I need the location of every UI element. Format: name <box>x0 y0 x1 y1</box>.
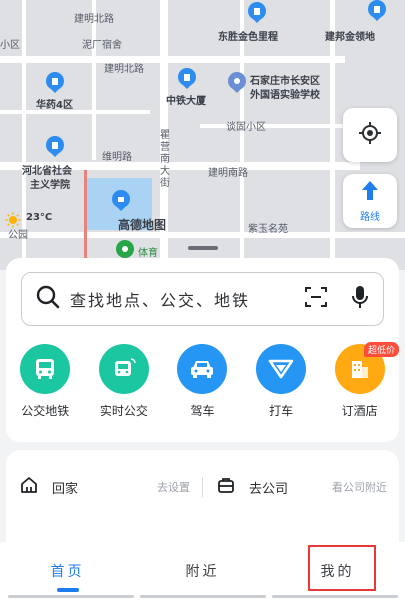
route-arrow-icon <box>359 180 381 206</box>
map-label: 紫玉名苑 <box>248 224 288 235</box>
map-label: 瞿营南大街 <box>160 130 170 189</box>
poi-marker[interactable] <box>248 2 266 24</box>
home-label: 回家 <box>52 481 79 497</box>
map-label: 小区 <box>0 40 20 51</box>
map-watermark: 高德地图 <box>118 218 167 232</box>
route-button[interactable]: 路线 <box>343 174 397 228</box>
poi-marker[interactable] <box>228 72 246 94</box>
promo-badge: 超低价 <box>363 342 399 357</box>
microphone-icon[interactable] <box>351 285 369 313</box>
scan-icon[interactable] <box>305 286 327 312</box>
briefcase-icon <box>217 476 235 498</box>
map-label: 泥厂宿舍 <box>82 40 122 51</box>
go-company-entry[interactable]: 去公司 看公司附近 <box>203 476 399 498</box>
taxi-icon <box>256 344 307 394</box>
map-label: 建邦金领地 <box>325 32 375 43</box>
poi-marker[interactable] <box>46 136 64 158</box>
shortcut-drive[interactable]: 驾车 <box>163 344 242 419</box>
shortcut-label: 驾车 <box>190 404 215 418</box>
search-bar[interactable]: 查找地点、公交、地铁 <box>21 272 384 326</box>
tab-nearby[interactable]: 附近 <box>135 542 270 600</box>
commute-card: 回家 去设置 去公司 看公司附近 <box>6 450 399 542</box>
company-hint: 看公司附近 <box>332 481 387 494</box>
tab-home[interactable]: 首页 <box>0 542 135 600</box>
map-label: 谈固小区 <box>226 122 266 133</box>
map-label: 维明路 <box>102 152 132 163</box>
map-label: 外国语实验学校 <box>250 90 320 101</box>
map-label: 建明北路 <box>74 14 114 25</box>
sun-icon <box>5 212 21 228</box>
sheet-drag-handle[interactable] <box>188 246 218 250</box>
bus-icon <box>20 344 71 394</box>
route-label: 路线 <box>360 211 380 223</box>
map-label: 石家庄市长安区 <box>250 76 320 87</box>
shortcut-taxi[interactable]: 打车 <box>242 344 321 419</box>
realtime-bus-icon <box>98 344 149 394</box>
tab-label: 首页 <box>50 564 85 580</box>
map-label: 东胜金色里程 <box>218 32 278 43</box>
poi-marker[interactable] <box>368 0 386 22</box>
map-label: 主义学院 <box>30 180 70 191</box>
map-label: 华药4区 <box>36 100 73 111</box>
system-home-indicator <box>0 595 405 598</box>
weather-temp: 23°C <box>26 212 53 223</box>
locate-icon <box>358 121 382 149</box>
shortcut-hotel[interactable]: 超低价 订酒店 <box>320 342 399 419</box>
shortcut-label: 打车 <box>269 404 294 418</box>
poi-marker[interactable] <box>178 68 196 90</box>
poi-marker[interactable] <box>46 72 64 94</box>
tab-label: 附近 <box>185 564 220 580</box>
map-label: 公园 <box>8 230 28 241</box>
poi-marker[interactable] <box>112 190 130 212</box>
car-icon <box>177 344 228 394</box>
active-tab-indicator <box>56 588 79 592</box>
shortcut-realtime-bus[interactable]: 实时公交 <box>85 344 164 419</box>
shortcut-row: 公交地铁 实时公交 驾车 打车 超低价 订酒店 <box>6 342 399 419</box>
map-label: 建明北路 <box>104 64 144 75</box>
shortcut-label: 订酒店 <box>341 404 378 418</box>
map-label: 体育 <box>138 248 158 259</box>
home-icon <box>20 476 38 498</box>
map-label: 建明南路 <box>208 168 248 179</box>
search-icon <box>36 285 60 313</box>
locate-button[interactable] <box>343 108 397 162</box>
shortcut-label: 公交地铁 <box>21 404 70 418</box>
map-label: 河北省社会 <box>22 166 72 177</box>
shortcut-label: 实时公交 <box>99 404 148 418</box>
home-hint: 去设置 <box>157 481 190 494</box>
company-label: 去公司 <box>249 481 289 497</box>
sports-icon <box>116 240 134 258</box>
shortcut-bus-subway[interactable]: 公交地铁 <box>6 344 85 419</box>
go-home-entry[interactable]: 回家 去设置 <box>6 476 202 498</box>
search-input[interactable]: 查找地点、公交、地铁 <box>70 287 305 311</box>
bottom-sheet: 查找地点、公交、地铁 公交地铁 实时公交 驾车 打车 超低价 订酒店 <box>6 258 399 442</box>
map-label: 中铁大厦 <box>166 96 206 107</box>
map-view[interactable]: 建明北路 泥厂宿舍 东胜金色里程 建邦金领地 小区 建明北路 华药4区 中铁大厦… <box>0 0 405 270</box>
highlight-box <box>308 545 376 591</box>
